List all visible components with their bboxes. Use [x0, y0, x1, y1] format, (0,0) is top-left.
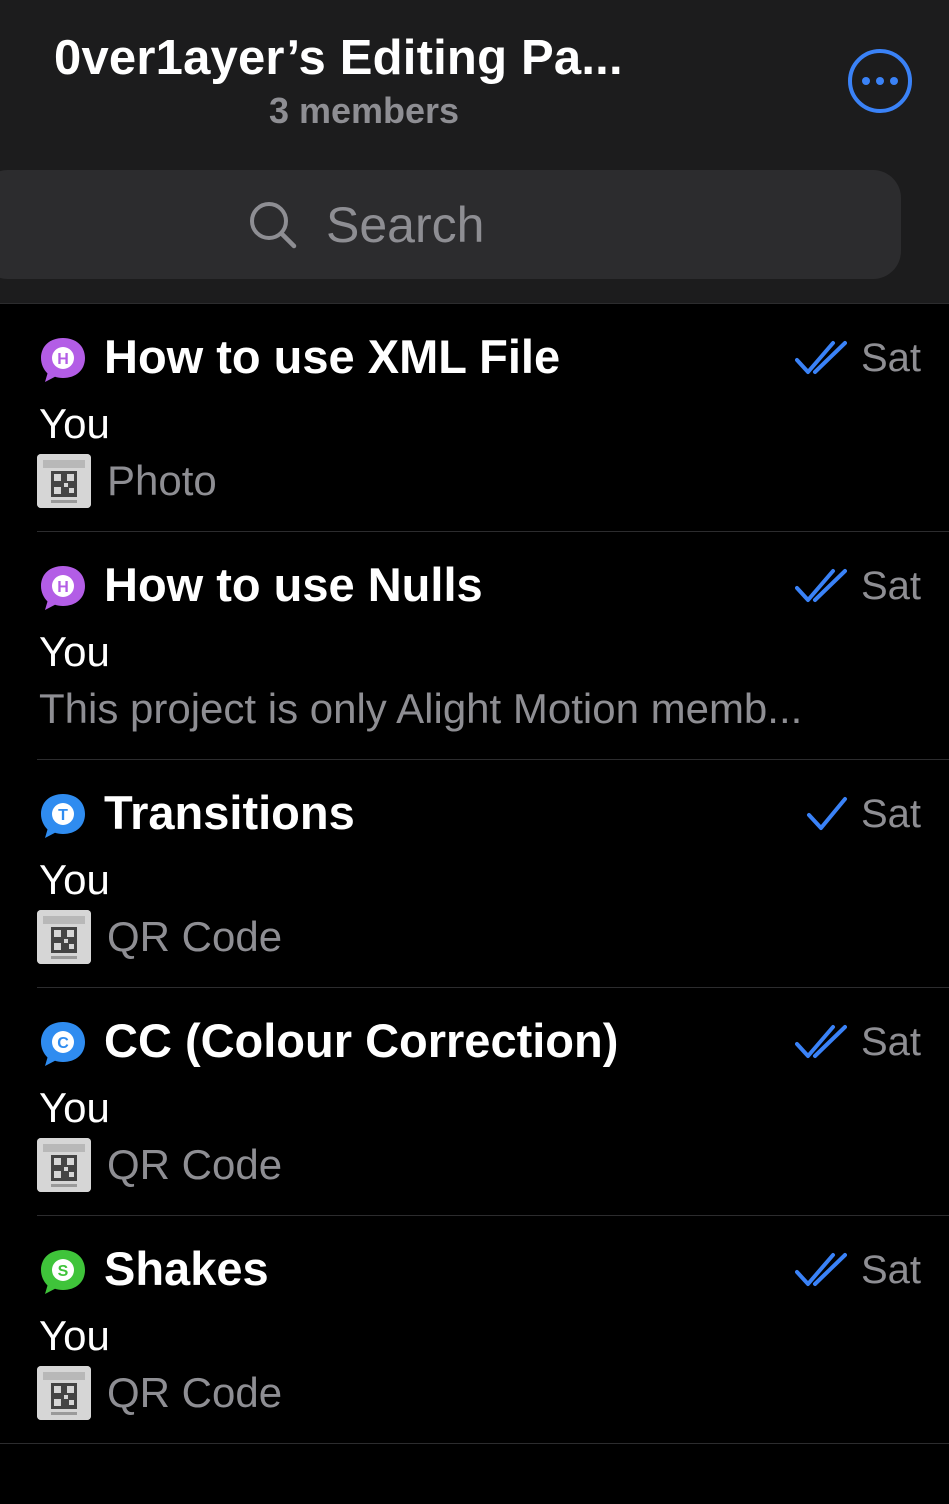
- svg-text:H: H: [57, 351, 69, 368]
- topic-title: CC (Colour Correction): [104, 1014, 619, 1067]
- message-preview: Photo: [107, 457, 217, 504]
- topic-title: Shakes: [104, 1242, 269, 1295]
- svg-text:T: T: [58, 807, 68, 824]
- member-count[interactable]: 3 members: [0, 88, 728, 134]
- double-check-icon: [795, 1025, 847, 1058]
- topic-title: How to use XML File: [104, 330, 561, 383]
- chat-header: 0ver1ayer’s Editing Pa... 3 members: [0, 0, 949, 304]
- message-time: Sat: [860, 1248, 921, 1292]
- topic-row[interactable]: T Transitions Sat You QR Code: [0, 760, 949, 988]
- svg-text:S: S: [58, 1263, 69, 1280]
- topic-h-bubble-icon: H: [38, 335, 88, 385]
- media-thumbnail: [37, 1366, 91, 1420]
- topic-c-bubble-icon: C: [38, 1019, 88, 1069]
- topic-row[interactable]: H How to use XML File Sat You Photo: [0, 304, 949, 532]
- media-thumbnail: [37, 1138, 91, 1192]
- topic-t-bubble-icon: T: [38, 791, 88, 841]
- sender-name: You: [39, 1312, 110, 1359]
- svg-text:H: H: [57, 579, 69, 596]
- message-preview: QR Code: [107, 1369, 283, 1416]
- double-check-icon: [795, 569, 847, 602]
- topic-row[interactable]: S Shakes Sat You QR Code: [0, 1216, 949, 1444]
- topic-s-bubble-icon: S: [38, 1247, 88, 1297]
- media-thumbnail: [37, 454, 91, 508]
- topic-list: H How to use XML File Sat You Photo H How to u…: [0, 304, 949, 1444]
- sender-name: You: [39, 856, 110, 903]
- double-check-icon: [795, 1253, 847, 1286]
- single-check-icon: [807, 797, 847, 830]
- topic-title: Transitions: [104, 786, 355, 839]
- search-bar[interactable]: [0, 170, 901, 279]
- row-divider: [0, 1443, 949, 1444]
- svg-text:C: C: [57, 1035, 69, 1052]
- message-preview: This project is only Alight Motion memb.…: [39, 685, 803, 732]
- sender-name: You: [39, 1084, 110, 1131]
- message-preview: QR Code: [107, 1141, 283, 1188]
- double-check-icon: [795, 341, 847, 374]
- topic-title: How to use Nulls: [104, 558, 483, 611]
- sender-name: You: [39, 628, 110, 675]
- topic-row[interactable]: H How to use Nulls Sat You This project is o…: [0, 532, 949, 760]
- sender-name: You: [39, 400, 110, 447]
- more-options-button[interactable]: [848, 49, 912, 113]
- message-time: Sat: [860, 564, 921, 608]
- ellipsis-circle-icon: [862, 77, 870, 85]
- message-time: Sat: [860, 1020, 921, 1064]
- topic-row[interactable]: C CC (Colour Correction) Sat You QR Code: [0, 988, 949, 1216]
- search-input[interactable]: [326, 194, 726, 256]
- message-time: Sat: [860, 336, 921, 380]
- group-title[interactable]: 0ver1ayer’s Editing Pa...: [54, 28, 694, 88]
- search-icon: [250, 202, 297, 249]
- message-time: Sat: [860, 792, 921, 836]
- message-preview: QR Code: [107, 913, 283, 960]
- media-thumbnail: [37, 910, 91, 964]
- topic-h-bubble-icon: H: [38, 563, 88, 613]
